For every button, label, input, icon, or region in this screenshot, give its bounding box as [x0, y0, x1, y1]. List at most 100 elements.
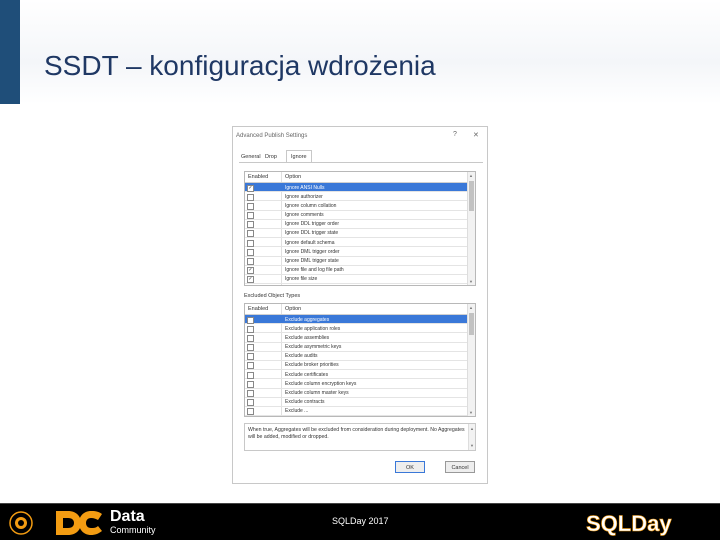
advanced-publish-settings-dialog: Advanced Publish Settings ? ✕ General Dr…: [232, 126, 488, 484]
excluded-row[interactable]: Exclude column encryption keys: [245, 379, 475, 389]
ignore-options-grid: Enabled Option ✓ Ignore ANSI Nulls Ignore …: [244, 171, 476, 286]
option-label: Exclude broker priorities: [285, 362, 339, 369]
help-button[interactable]: ?: [453, 131, 457, 138]
ignore-rows: ✓ Ignore ANSI Nulls Ignore authorizer Ignor…: [245, 183, 475, 285]
option-checkbox[interactable]: [247, 353, 254, 361]
option-checkbox[interactable]: [247, 316, 254, 324]
option-checkbox[interactable]: ✓: [247, 184, 254, 192]
option-label: Ignore default schema: [285, 239, 335, 246]
data-community-logo-icon: [56, 511, 102, 535]
option-checkbox[interactable]: [247, 408, 254, 416]
excluded-rows: Exclude aggregates Exclude application ro…: [245, 315, 475, 416]
option-checkbox[interactable]: [247, 221, 254, 229]
vertical-scrollbar[interactable]: ▲ ▼: [467, 304, 475, 416]
option-checkbox[interactable]: [247, 325, 254, 333]
option-label: Exclude assemblies: [285, 334, 330, 341]
option-checkbox[interactable]: [247, 230, 254, 238]
grid-header: Enabled Option: [245, 172, 475, 183]
excluded-row[interactable]: Exclude certificates: [245, 370, 475, 380]
excluded-row[interactable]: Exclude application roles: [245, 324, 475, 334]
option-label: Exclude ...: [285, 408, 309, 415]
excluded-row[interactable]: Exclude ...: [245, 407, 475, 416]
scroll-thumb[interactable]: [469, 313, 474, 335]
ignore-row[interactable]: Ignore authorizer: [245, 192, 475, 202]
sqlday-logo: SQLDay: [586, 511, 673, 537]
scroll-down-icon[interactable]: ▼: [470, 442, 474, 449]
excluded-row[interactable]: Exclude broker priorities: [245, 361, 475, 371]
excluded-row[interactable]: Exclude column master keys: [245, 389, 475, 398]
column-header-option: Option: [285, 174, 302, 180]
slide-title: SSDT – konfiguracja wdrożenia: [44, 50, 436, 81]
ok-button[interactable]: OK: [395, 461, 425, 473]
sqlday-logo-text: SQLDay: [586, 511, 672, 536]
community-logo-icon: [9, 511, 33, 535]
cancel-button[interactable]: Cancel: [445, 461, 475, 473]
description-text: When true, Aggregates will be excluded f…: [248, 427, 465, 440]
option-label: Ignore DDL trigger state: [285, 230, 339, 237]
ignore-row[interactable]: ✓ Ignore file and log file path: [245, 266, 475, 275]
option-checkbox[interactable]: [247, 344, 254, 352]
event-name: SQLDay 2017: [332, 516, 389, 526]
scroll-up-icon[interactable]: ▲: [469, 173, 473, 178]
option-checkbox[interactable]: [247, 362, 254, 370]
option-label: Ignore file and log file path: [285, 267, 344, 274]
option-label: Ignore file size: [285, 276, 318, 283]
scroll-down-icon[interactable]: ▼: [469, 410, 473, 415]
close-button[interactable]: ✕: [473, 131, 479, 139]
excluded-object-types-grid: Enabled Option Exclude aggregates Exclude…: [244, 303, 476, 417]
option-checkbox[interactable]: [247, 258, 254, 265]
option-label: Exclude aggregates: [285, 316, 330, 323]
option-label: Exclude column master keys: [285, 390, 349, 396]
option-label: Ignore column collation: [285, 202, 337, 209]
option-label: Ignore DML trigger order: [285, 248, 340, 255]
vertical-scrollbar[interactable]: ▲ ▼: [467, 172, 475, 285]
excluded-row[interactable]: Exclude aggregates: [245, 315, 475, 325]
option-label: Exclude application roles: [285, 325, 341, 332]
option-checkbox[interactable]: [247, 390, 254, 397]
ignore-row[interactable]: Ignore DML trigger state: [245, 257, 475, 266]
ignore-row[interactable]: Ignore column collation: [245, 201, 475, 211]
option-label: Exclude audits: [285, 353, 318, 360]
option-checkbox[interactable]: [247, 380, 254, 388]
tab-general[interactable]: General: [241, 152, 261, 162]
description-scrollbar[interactable]: ▲ ▼: [468, 424, 475, 450]
scroll-thumb[interactable]: [469, 181, 474, 211]
tab-divider: [239, 162, 483, 163]
option-label: Ignore comments: [285, 212, 324, 219]
option-checkbox[interactable]: [247, 334, 254, 342]
option-description: When true, Aggregates will be excluded f…: [244, 423, 476, 451]
brand-community-text: Community: [110, 525, 156, 535]
scroll-up-icon[interactable]: ▲: [470, 425, 474, 432]
ignore-row[interactable]: Ignore DDL trigger state: [245, 229, 475, 239]
dialog-title: Advanced Publish Settings: [236, 133, 308, 139]
excluded-row[interactable]: Exclude audits: [245, 352, 475, 361]
option-checkbox[interactable]: ✓: [247, 276, 254, 284]
excluded-row[interactable]: Exclude assemblies: [245, 333, 475, 343]
option-checkbox[interactable]: [247, 193, 254, 201]
ignore-row[interactable]: ✓ Ignore ANSI Nulls: [245, 183, 475, 193]
option-label: Exclude column encryption keys: [285, 380, 357, 387]
option-checkbox[interactable]: [247, 239, 254, 247]
scroll-up-icon[interactable]: ▲: [469, 305, 473, 310]
option-checkbox[interactable]: [247, 212, 254, 220]
ignore-row[interactable]: Ignore comments: [245, 211, 475, 220]
option-checkbox[interactable]: ✓: [247, 267, 254, 275]
option-checkbox[interactable]: [247, 202, 254, 210]
excluded-row[interactable]: Exclude asymmetric keys: [245, 343, 475, 352]
excluded-row[interactable]: Exclude contracts: [245, 398, 475, 407]
accent-bar: [0, 0, 20, 104]
option-checkbox[interactable]: [247, 248, 254, 256]
option-label: Ignore DML trigger state: [285, 258, 339, 264]
ignore-row[interactable]: ✓ Ignore file size: [245, 275, 475, 285]
option-checkbox[interactable]: [247, 371, 254, 379]
ignore-row[interactable]: Ignore DDL trigger order: [245, 220, 475, 229]
ignore-row[interactable]: Ignore default schema: [245, 238, 475, 248]
option-checkbox[interactable]: [247, 399, 254, 407]
option-label: Ignore DDL trigger order: [285, 221, 340, 228]
ignore-row[interactable]: Ignore DML trigger order: [245, 247, 475, 257]
brand-data-text: Data: [110, 508, 145, 525]
scroll-down-icon[interactable]: ▼: [469, 279, 473, 284]
tab-drop[interactable]: Drop: [265, 152, 277, 162]
option-label: Exclude asymmetric keys: [285, 344, 342, 351]
option-label: Ignore ANSI Nulls: [285, 184, 325, 191]
